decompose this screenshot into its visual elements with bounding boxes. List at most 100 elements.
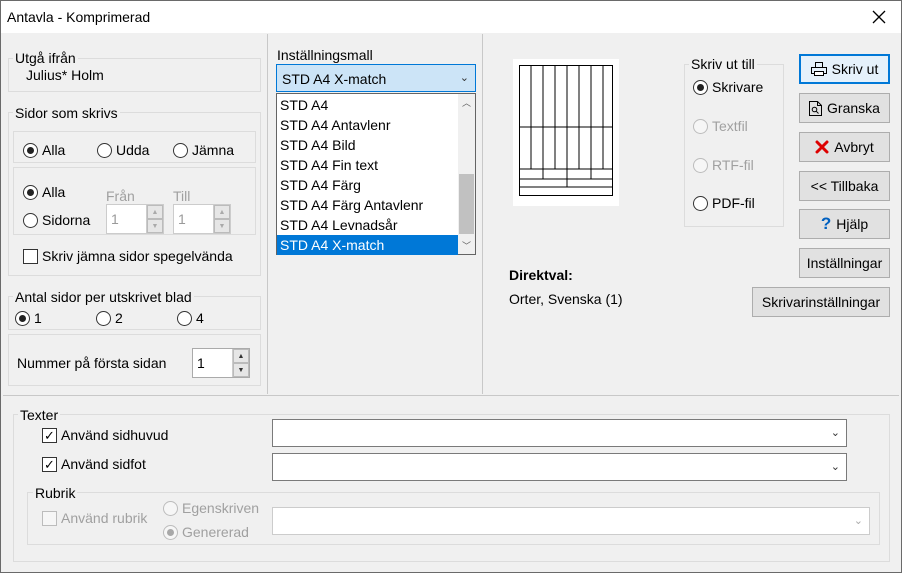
title-bar: Antavla - Komprimerad — [1, 1, 901, 33]
mall-option[interactable]: STD A4 Färg Antavlenr — [277, 195, 475, 215]
radio-genererad-button[interactable] — [163, 524, 178, 540]
close-button[interactable] — [857, 1, 901, 33]
radio-sidorna-label: Sidorna — [42, 212, 91, 228]
radio-udda[interactable]: Udda — [97, 142, 149, 158]
checkbox-spegel[interactable]: Skriv jämna sidor spegelvända — [23, 248, 233, 264]
installningar-label: Inställningar — [806, 255, 883, 271]
radio-udda-label: Udda — [116, 142, 150, 158]
fran-down-arrow[interactable]: ▼ — [147, 219, 163, 233]
mall-select[interactable]: STD A4 X-match ⌄ — [276, 64, 476, 92]
tillbaka-label: << Tillbaka — [810, 178, 879, 194]
radio-skrivare-label: Skrivare — [712, 79, 764, 95]
close-icon — [872, 10, 886, 24]
separator — [267, 34, 268, 394]
radio-jamna[interactable]: Jämna — [173, 142, 234, 158]
checkbox-sidfot[interactable]: ✓ Använd sidfot — [42, 456, 146, 472]
radio-egenskriven[interactable]: Egenskriven — [163, 500, 259, 516]
mall-option[interactable]: STD A4 Bild — [277, 135, 475, 155]
texter-label: Texter — [18, 407, 61, 423]
utga-ifran-label: Utgå ifrån — [13, 50, 78, 66]
radio-antal-2-button[interactable] — [96, 310, 111, 326]
mall-option[interactable]: STD A4 Levnadsår — [277, 215, 475, 235]
checkbox-anvand-rubrik[interactable]: Använd rubrik — [42, 510, 147, 526]
radio-egenskriven-label: Egenskriven — [182, 500, 260, 516]
radio-genererad[interactable]: Genererad — [163, 524, 249, 540]
fran-up-arrow[interactable]: ▲ — [147, 205, 163, 219]
radio-sidorna[interactable]: Sidorna — [23, 212, 90, 228]
till-stepper[interactable]: 1 ▲ ▼ — [173, 204, 231, 234]
printer-icon — [810, 62, 827, 76]
radio-range-alla-button[interactable] — [23, 184, 38, 200]
fran-value[interactable]: 1 — [107, 205, 146, 233]
radio-antal-1-label: 1 — [34, 310, 42, 326]
radio-pdf-button[interactable] — [693, 195, 708, 211]
radio-antal-1-button[interactable] — [15, 310, 30, 326]
till-down-arrow[interactable]: ▼ — [214, 219, 230, 233]
radio-jamna-button[interactable] — [173, 142, 188, 158]
radio-range-alla[interactable]: Alla — [23, 184, 65, 200]
sidhuvud-checkbox[interactable]: ✓ — [42, 427, 57, 443]
direktval-label: Direktval: — [509, 267, 573, 283]
nummer-up-arrow[interactable]: ▲ — [233, 349, 249, 363]
radio-range-alla-label: Alla — [42, 184, 66, 200]
radio-skrivare-button[interactable] — [693, 79, 708, 95]
avbryt-button[interactable]: Avbryt — [799, 132, 890, 162]
page-preview-diagram — [519, 65, 613, 196]
nummer-down-arrow[interactable]: ▼ — [233, 363, 249, 377]
radio-antal-4-label: 4 — [196, 310, 204, 326]
mall-option[interactable]: STD A4 Fin text — [277, 155, 475, 175]
scrollbar-thumb[interactable] — [459, 174, 474, 234]
nummer-value[interactable]: 1 — [193, 349, 232, 377]
chevron-down-icon: ⌄ — [830, 461, 840, 473]
radio-textfil-button[interactable] — [693, 118, 708, 134]
radio-antal-2[interactable]: 2 — [96, 310, 123, 326]
radio-textfil[interactable]: Textfil — [693, 118, 748, 134]
mall-option[interactable]: STD A4 Antavlenr — [277, 115, 475, 135]
radio-rtf[interactable]: RTF-fil — [693, 157, 754, 173]
scroll-down-icon[interactable]: ﹀ — [458, 237, 475, 254]
radio-antal-1[interactable]: 1 — [15, 310, 42, 326]
till-value[interactable]: 1 — [174, 205, 213, 233]
tillbaka-button[interactable]: << Tillbaka — [799, 171, 890, 201]
radio-pdf-label: PDF-fil — [712, 195, 755, 211]
sidhuvud-select[interactable]: ⌄ — [272, 419, 847, 447]
radio-sidorna-button[interactable] — [23, 212, 38, 228]
radio-antal-4-button[interactable] — [177, 310, 192, 326]
page-preview — [513, 59, 619, 206]
mall-option[interactable]: STD A4 — [277, 95, 475, 115]
till-up-arrow[interactable]: ▲ — [214, 205, 230, 219]
mall-option-selected[interactable]: STD A4 X-match — [277, 235, 458, 255]
radio-pdf[interactable]: PDF-fil — [693, 195, 755, 211]
granska-button[interactable]: Granska — [799, 93, 890, 123]
hjalp-label: Hjälp — [836, 216, 869, 232]
till-label: Till — [173, 188, 191, 204]
radio-rtf-label: RTF-fil — [712, 157, 754, 173]
installningar-button[interactable]: Inställningar — [799, 248, 890, 278]
skriv-ut-button[interactable]: Skriv ut — [799, 54, 890, 84]
radio-rtf-button[interactable] — [693, 157, 708, 173]
radio-skrivare[interactable]: Skrivare — [693, 79, 763, 95]
spegel-checkbox[interactable] — [23, 248, 38, 264]
print-dialog: Antavla - Komprimerad Utgå ifrån Julius*… — [0, 0, 902, 573]
radio-udda-button[interactable] — [97, 142, 112, 158]
anvand-rubrik-checkbox[interactable] — [42, 510, 57, 526]
scroll-up-icon[interactable]: ︿ — [458, 94, 475, 111]
sidfot-select[interactable]: ⌄ — [272, 453, 847, 481]
sidfot-checkbox[interactable]: ✓ — [42, 456, 57, 472]
radio-egenskriven-button[interactable] — [163, 500, 178, 516]
mall-scrollbar[interactable]: ︿ ﹀ — [458, 94, 475, 254]
radio-antal-4[interactable]: 4 — [177, 310, 204, 326]
checkbox-sidhuvud[interactable]: ✓ Använd sidhuvud — [42, 427, 168, 443]
rubrik-select[interactable]: ⌄ — [272, 507, 870, 535]
mall-option[interactable]: STD A4 Färg — [277, 175, 475, 195]
radio-alla-button[interactable] — [23, 142, 38, 158]
separator — [3, 395, 899, 396]
chevron-down-icon: ⌄ — [459, 72, 469, 84]
skrivarinstallningar-button[interactable]: Skrivarinställningar — [752, 287, 890, 317]
nummer-stepper[interactable]: 1 ▲ ▼ — [192, 348, 250, 378]
hjalp-button[interactable]: ? Hjälp — [799, 209, 890, 239]
fran-stepper[interactable]: 1 ▲ ▼ — [106, 204, 164, 234]
preview-page-icon — [809, 100, 823, 116]
mall-dropdown-list[interactable]: STD A4 STD A4 Antavlenr STD A4 Bild STD … — [276, 93, 476, 255]
radio-alla[interactable]: Alla — [23, 142, 65, 158]
